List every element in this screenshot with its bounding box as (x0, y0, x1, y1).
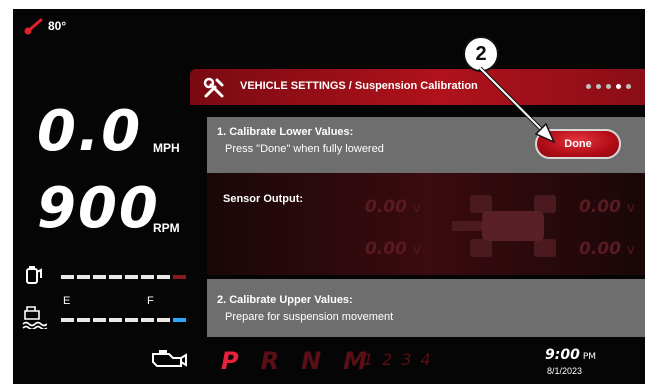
rpm-unit: RPM (153, 221, 180, 235)
sensor-output-panel: Sensor Output: 0.00 V 0.00 V 0.00 V 0.00 V (207, 173, 645, 275)
callout-arrow (478, 66, 556, 144)
breadcrumb: VEHICLE SETTINGS / Suspension Calibratio… (240, 80, 478, 92)
step2-title: 2. Calibrate Upper Values: (217, 294, 353, 306)
engine-icon (152, 350, 187, 367)
speed-value: 0.0 (37, 99, 143, 164)
fuel-level-bar (61, 318, 186, 322)
clock-ampm: PM (582, 352, 597, 362)
sensor-front-left: 0.00 V (365, 197, 421, 217)
gear-selector: P R N M (221, 347, 367, 375)
speed-unit: MPH (153, 141, 180, 155)
clock-time: 9:00 (545, 347, 580, 363)
gear-p: P (221, 347, 239, 375)
page-indicator[interactable] (586, 84, 631, 89)
sensor-rear-right: 0.00 V (579, 239, 635, 259)
gear-n: N (301, 347, 322, 375)
date: 8/1/2023 (547, 366, 583, 376)
wrench-screwdriver-icon (203, 77, 224, 98)
page-dot[interactable] (596, 84, 601, 89)
page-dot[interactable] (606, 84, 611, 89)
clock: 9:00 PM (545, 347, 596, 363)
sensor-front-right: 0.00 V (579, 197, 635, 217)
gear-numbers: 1234 (363, 350, 440, 369)
temperature-readout: 80° (23, 17, 66, 35)
page-dot[interactable] (586, 84, 591, 89)
fuel-empty-label: E (63, 295, 71, 307)
def-level-bar (61, 275, 186, 279)
step-calibrate-upper[interactable]: 2. Calibrate Upper Values: Prepare for s… (207, 279, 645, 337)
fuel-icon (22, 306, 47, 329)
thermometer-icon (24, 18, 43, 35)
rpm-value: 900 (37, 176, 160, 241)
gear-r: R (260, 347, 280, 375)
settings-header: VEHICLE SETTINGS / Suspension Calibratio… (190, 69, 645, 105)
vehicle-top-view-icon (452, 195, 556, 257)
step-calibrate-lower: 1. Calibrate Lower Values: Press "Done" … (207, 117, 645, 173)
fuel-full-label: F (147, 295, 154, 307)
page-dot-active[interactable] (616, 84, 621, 89)
step2-instruction: Prepare for suspension movement (225, 311, 394, 323)
sensor-output-label: Sensor Output: (223, 193, 304, 205)
page-dot[interactable] (626, 84, 631, 89)
temperature-value: 80° (48, 19, 67, 33)
sensor-rear-left: 0.00 V (365, 239, 421, 259)
def-fluid-icon (26, 266, 42, 284)
step1-instruction: Press "Done" when fully lowered (225, 143, 384, 155)
step1-title: 1. Calibrate Lower Values: (217, 126, 354, 138)
